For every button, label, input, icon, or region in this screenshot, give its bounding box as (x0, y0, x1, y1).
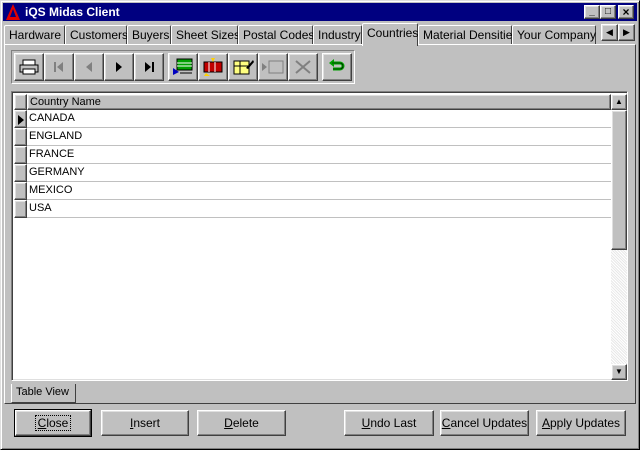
delete-record-icon (203, 58, 223, 76)
minimize-icon: _ (589, 6, 595, 17)
delete-button[interactable]: Delete (197, 410, 286, 436)
table-row[interactable]: USA (14, 200, 611, 218)
tab-customers[interactable]: Customers (65, 25, 128, 45)
refresh-button[interactable] (322, 53, 352, 81)
tab-scroll-right-button[interactable]: ▶ (618, 24, 635, 41)
tab-countries[interactable]: Countries (362, 23, 418, 46)
column-header-country-name[interactable]: Country Name (27, 94, 611, 110)
country-name-cell[interactable]: CANADA (28, 110, 75, 127)
tab-material-densities[interactable]: Material Densities (418, 25, 518, 45)
arrow-right-icon: ▶ (623, 27, 630, 37)
grid-rows: CANADA ENGLAND FRANCE GERMANY MEXICO USA (14, 110, 611, 218)
insert-record-button[interactable] (168, 53, 198, 81)
tab-hardware[interactable]: Hardware (4, 25, 65, 45)
cancel-edit-button[interactable] (288, 53, 318, 81)
next-record-icon (116, 62, 122, 72)
tab-industry[interactable]: Industry (313, 25, 362, 45)
apply-label-rest: pply Updates (549, 416, 621, 430)
apply-accel: A (541, 416, 550, 430)
refresh-icon (329, 59, 345, 71)
maximize-icon: □ (604, 6, 612, 17)
table-row[interactable]: MEXICO (14, 182, 611, 200)
table-row[interactable]: ENGLAND (14, 128, 611, 146)
first-record-button[interactable] (44, 53, 74, 81)
country-name-cell[interactable]: USA (28, 200, 52, 217)
cancel-label-rest: ancel Updates (450, 416, 528, 430)
print-icon (19, 59, 39, 75)
cancel-edit-icon (295, 60, 311, 74)
maximize-button[interactable]: □ (600, 5, 616, 19)
last-record-icon (145, 62, 154, 72)
cancel-updates-button[interactable]: Cancel Updates (440, 410, 529, 436)
scroll-up-button[interactable]: ▲ (611, 94, 627, 110)
arrow-down-icon: ▼ (615, 367, 623, 376)
scroll-down-button[interactable]: ▼ (611, 364, 627, 380)
insert-record-icon (173, 58, 193, 75)
table-row[interactable]: GERMANY (14, 164, 611, 182)
edit-record-icon (233, 60, 254, 75)
tab-postal-codes[interactable]: Postal Codes (238, 25, 314, 45)
row-indicator[interactable] (14, 146, 27, 164)
post-edit-button[interactable] (258, 53, 288, 81)
first-record-icon (54, 62, 63, 72)
delete-label-rest: elete (232, 416, 259, 430)
close-icon: × (622, 5, 630, 19)
undo-label-rest: ndo Last (370, 416, 417, 430)
undo-accel: U (361, 416, 371, 430)
navigator-toolbar (11, 50, 355, 84)
close-button-label: Close (34, 415, 72, 431)
insert-label-rest: nsert (133, 416, 161, 430)
tab-buyers[interactable]: Buyers (127, 25, 171, 45)
prior-record-button[interactable] (74, 53, 104, 81)
country-name-cell[interactable]: FRANCE (28, 146, 74, 163)
minimize-button[interactable]: _ (584, 5, 600, 19)
window-title: iQS Midas Client (25, 5, 120, 19)
row-indicator[interactable] (14, 128, 27, 146)
country-name-cell[interactable]: MEXICO (28, 182, 72, 199)
edit-record-button[interactable] (228, 53, 258, 81)
country-name-cell[interactable]: ENGLAND (28, 128, 82, 145)
countries-grid[interactable]: Country Name CANADA ENGLAND FRANCE GERMANY M… (11, 91, 628, 381)
undo-last-button[interactable]: Undo Last (344, 410, 434, 436)
next-record-button[interactable] (104, 53, 134, 81)
insert-button[interactable]: Insert (101, 410, 189, 436)
close-window-button[interactable]: × (618, 5, 634, 19)
scroll-thumb[interactable] (611, 110, 627, 250)
delete-accel: D (224, 416, 233, 430)
tab-sheet-sizes[interactable]: Sheet Sizes (171, 25, 240, 45)
country-name-cell[interactable]: GERMANY (28, 164, 85, 181)
apply-updates-button[interactable]: Apply Updates (536, 410, 626, 436)
grid-header: Country Name (14, 94, 611, 110)
title-bar[interactable]: iQS Midas Client _ □ × (3, 3, 637, 21)
row-indicator[interactable] (14, 164, 27, 182)
prior-record-icon (86, 62, 92, 72)
row-indicator[interactable] (14, 110, 27, 128)
tab-strip: Hardware Customers Buyers Sheet Sizes Postal… (4, 23, 604, 46)
tab-your-company[interactable]: Your Company (512, 25, 596, 45)
table-row[interactable]: FRANCE (14, 146, 611, 164)
current-row-arrow-icon (18, 115, 24, 125)
header-indicator-cell (14, 94, 27, 110)
print-button[interactable] (14, 53, 44, 81)
row-indicator[interactable] (14, 200, 27, 218)
row-indicator[interactable] (14, 182, 27, 200)
tab-scroll-left-button[interactable]: ◀ (601, 24, 618, 41)
close-button[interactable]: Close (14, 409, 92, 437)
app-logo-icon (6, 4, 20, 20)
vertical-scrollbar[interactable]: ▲ ▼ (611, 94, 627, 380)
delete-record-button[interactable] (198, 53, 228, 81)
last-record-button[interactable] (134, 53, 164, 81)
close-label-rest: lose (46, 416, 69, 430)
arrow-left-icon: ◀ (606, 27, 613, 37)
tab-table-view[interactable]: Table View (11, 384, 76, 403)
table-row[interactable]: CANADA (14, 110, 611, 128)
arrow-up-icon: ▲ (615, 97, 623, 106)
post-edit-icon (262, 60, 284, 74)
